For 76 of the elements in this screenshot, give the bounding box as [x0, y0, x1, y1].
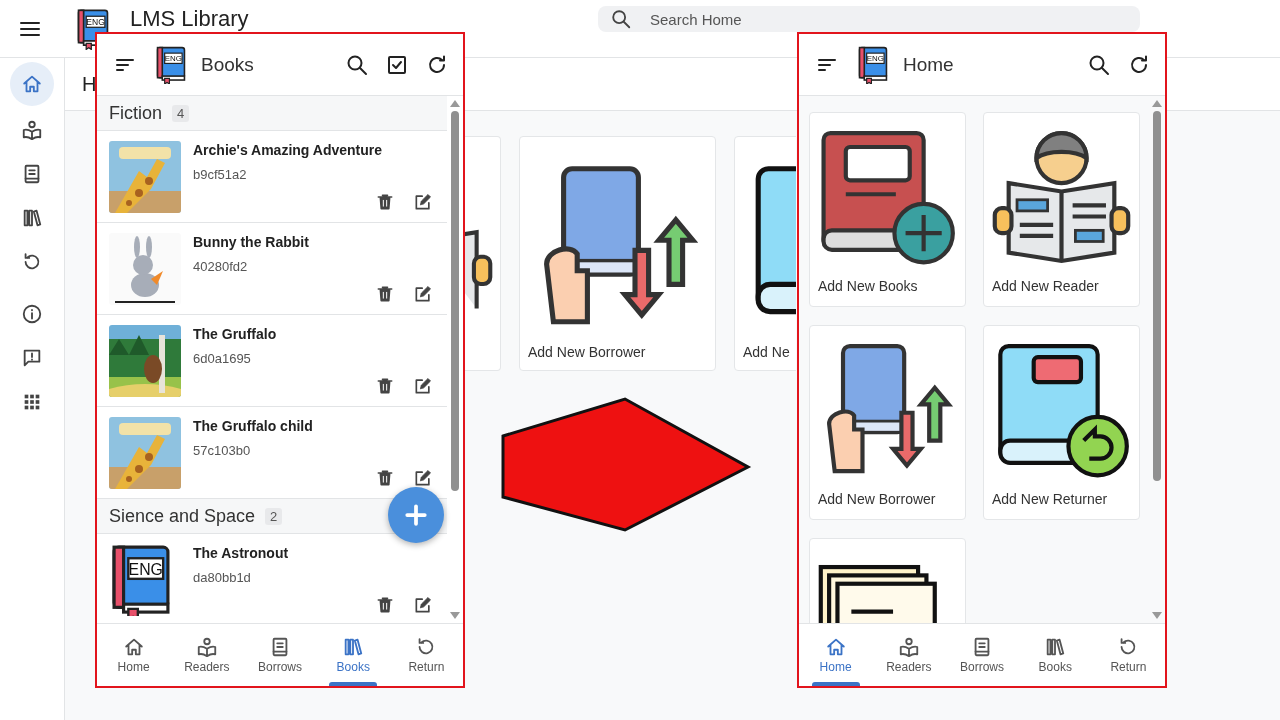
book-row[interactable]: Bunny the Rabbit 40280fd2 — [97, 223, 447, 315]
count-badge: 2 — [265, 507, 283, 525]
nav-tab[interactable]: Home — [97, 624, 171, 686]
edit-icon — [413, 468, 433, 488]
delete-button[interactable] — [375, 192, 395, 212]
book-code: 6d0a1695 — [193, 351, 252, 366]
nav-tab[interactable]: Home — [799, 624, 873, 686]
app-title: LMS Library — [130, 7, 249, 31]
scrollbar[interactable] — [1152, 100, 1162, 619]
screen-title: Books — [201, 53, 254, 76]
home-icon — [122, 636, 145, 658]
book-row[interactable]: The Gruffalo 6d0a1695 — [97, 315, 447, 407]
book-row[interactable]: Archie's Amazing Adventure b9cf51a2 — [97, 131, 447, 223]
feedback-icon — [21, 347, 43, 369]
nav-tab[interactable]: Return — [389, 624, 463, 686]
bookshelf-icon — [342, 636, 365, 658]
book-title: Archie's Amazing Adventure — [193, 142, 383, 158]
trash-icon — [375, 376, 395, 396]
bookshelf-icon — [21, 207, 43, 229]
edit-icon — [413, 595, 433, 615]
edit-button[interactable] — [413, 192, 433, 212]
edit-button[interactable] — [413, 284, 433, 304]
page-heading: H — [82, 72, 97, 96]
menu-card[interactable]: Add New Reader — [983, 112, 1140, 307]
delete-button[interactable] — [375, 468, 395, 488]
book-title: The Gruffalo child — [193, 418, 314, 434]
menu-card[interactable]: Add Ne — [734, 136, 796, 371]
trash-icon — [375, 468, 395, 488]
home-icon — [824, 636, 847, 658]
scrollbar[interactable] — [450, 100, 460, 619]
menu-card[interactable]: Add New Returner — [983, 325, 1140, 520]
menu-card[interactable] — [463, 136, 501, 371]
book-title: Bunny the Rabbit — [193, 234, 310, 250]
trash-icon — [375, 595, 395, 615]
count-badge: 4 — [172, 104, 190, 122]
reader-icon — [21, 119, 43, 141]
book-logo: ENG — [857, 45, 889, 84]
trash-icon — [375, 284, 395, 304]
edit-icon — [413, 376, 433, 396]
trash-icon — [375, 192, 395, 212]
book-code: 57c103b0 — [193, 443, 252, 458]
book-logo: ENG — [155, 45, 187, 84]
reader-icon — [195, 636, 218, 658]
home-icon — [21, 73, 43, 95]
group-title: Fiction — [109, 102, 162, 124]
book-code: b9cf51a2 — [193, 167, 248, 182]
edit-button[interactable] — [413, 595, 433, 615]
bookshelf-icon — [1044, 636, 1067, 658]
nav-tab[interactable]: Books — [316, 624, 390, 686]
edit-button[interactable] — [413, 468, 433, 488]
nav-tab[interactable]: Books — [1018, 624, 1092, 686]
book-title: The Astronout — [193, 545, 290, 561]
search-icon — [610, 8, 632, 30]
edit-button[interactable] — [413, 376, 433, 396]
group-title: Sience and Space — [109, 505, 256, 527]
screen-title: Home — [903, 53, 954, 76]
menu-card[interactable]: Add New Borrower — [809, 325, 966, 520]
rail-item[interactable] — [10, 62, 54, 106]
nav-tab[interactable]: Borrows — [945, 624, 1019, 686]
nav-tab[interactable]: Readers — [872, 624, 946, 686]
nav-tab[interactable]: Return — [1091, 624, 1165, 686]
delete-button[interactable] — [375, 284, 395, 304]
book-title: The Gruffalo — [193, 326, 278, 342]
edit-icon — [413, 284, 433, 304]
edit-icon — [413, 192, 433, 212]
book-code: 40280fd2 — [193, 259, 249, 274]
search-field[interactable]: Search Home — [598, 6, 1140, 32]
delete-button[interactable] — [375, 595, 395, 615]
delete-button[interactable] — [375, 376, 395, 396]
nav-tab[interactable]: Readers — [170, 624, 244, 686]
menu-card[interactable]: Add New Borrower — [519, 136, 716, 371]
info-icon — [21, 303, 43, 325]
nav-tab[interactable]: Borrows — [243, 624, 317, 686]
book-code: da80bb1d — [193, 570, 252, 585]
reader-icon — [897, 636, 920, 658]
menu-card[interactable]: Add New Books — [809, 112, 966, 307]
